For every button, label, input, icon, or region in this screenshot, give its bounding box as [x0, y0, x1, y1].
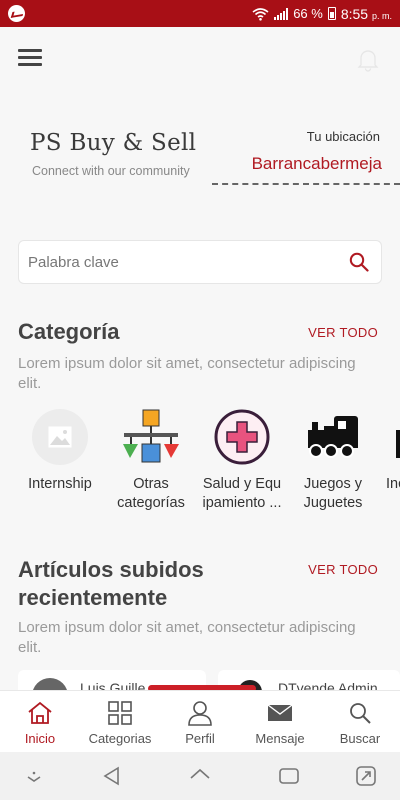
nav-categorias[interactable]: Categorias: [80, 691, 160, 752]
category-internship[interactable]: Internship: [18, 408, 102, 494]
search-icon: [350, 703, 371, 724]
category-label: Internship: [28, 476, 92, 492]
status-bar: 66 % 8:55 p. m.: [0, 0, 400, 27]
nav-buscar[interactable]: Buscar: [320, 691, 400, 752]
location-value[interactable]: Barrancabermeja: [252, 154, 382, 174]
home-icon: [28, 701, 52, 724]
nav-mensaje[interactable]: Mensaje: [240, 691, 320, 752]
category-icon: [382, 408, 400, 466]
recent-apps-icon[interactable]: [277, 764, 301, 788]
brand-title: PS Buy & Sell: [30, 130, 197, 156]
categories-title: Categoría: [18, 319, 120, 344]
recent-title: Artículos subidos recientemente: [18, 557, 204, 610]
recent-view-all[interactable]: VER TODO: [308, 562, 378, 577]
nav-inicio[interactable]: Inicio: [0, 691, 80, 752]
brand-subtitle: Connect with our community: [32, 164, 190, 178]
location-label: Tu ubicación: [306, 129, 380, 144]
category-salud[interactable]: Salud y Equ ipamiento ...: [200, 408, 284, 513]
battery-icon: [327, 7, 336, 20]
categories-description: Lorem ipsum dolor sit amet, consectetur …: [18, 355, 356, 392]
system-navigation-bar: [0, 752, 400, 800]
hide-keyboard-icon[interactable]: [22, 764, 46, 788]
wifi-icon: [252, 7, 269, 21]
categories-view-all[interactable]: VER TODO: [308, 325, 378, 340]
search-icon[interactable]: [349, 252, 369, 272]
category-otras[interactable]: Otras categorías: [109, 408, 193, 513]
toy-train-icon: [304, 408, 362, 466]
home-button-icon[interactable]: [188, 764, 212, 788]
nav-label: Inicio: [24, 731, 56, 746]
bottom-navigation: Inicio Categorias Perfil Mensaje Buscar: [0, 690, 400, 752]
mail-icon: [267, 704, 293, 721]
grid-icon: [108, 701, 132, 725]
battery-percent: 66 %: [293, 6, 323, 21]
nav-label: Buscar: [339, 731, 381, 746]
recent-description: Lorem ipsum dolor sit amet, consectetur …: [18, 619, 356, 656]
medical-cross-icon: [213, 408, 271, 466]
profile-icon: [188, 701, 212, 726]
clock: 8:55 p. m.: [340, 5, 392, 22]
messenger-notification-icon: [8, 5, 25, 22]
category-label: Juegos y Juguetes: [303, 476, 363, 511]
search-box[interactable]: [18, 240, 382, 284]
nav-perfil[interactable]: Perfil: [160, 691, 240, 752]
bell-outline: [357, 50, 379, 72]
signal-icon: [274, 7, 289, 20]
hierarchy-icon: [122, 408, 180, 466]
category-label: Inc: [386, 476, 400, 492]
category-juegos[interactable]: Juegos y Juguetes: [291, 408, 375, 513]
menu-icon[interactable]: [18, 49, 42, 66]
back-icon[interactable]: [100, 764, 124, 788]
location-underline: [212, 183, 400, 185]
nav-label: Perfil: [185, 731, 215, 746]
expand-icon[interactable]: [354, 764, 378, 788]
category-label: Salud y Equ ipamiento ...: [202, 476, 282, 511]
nav-label: Categorias: [88, 731, 152, 746]
nav-label: Mensaje: [255, 731, 305, 746]
search-input[interactable]: [28, 241, 328, 283]
category-partial[interactable]: Inc: [382, 408, 400, 494]
category-label: Otras categorías: [117, 476, 185, 511]
image-placeholder-icon: [31, 408, 89, 466]
